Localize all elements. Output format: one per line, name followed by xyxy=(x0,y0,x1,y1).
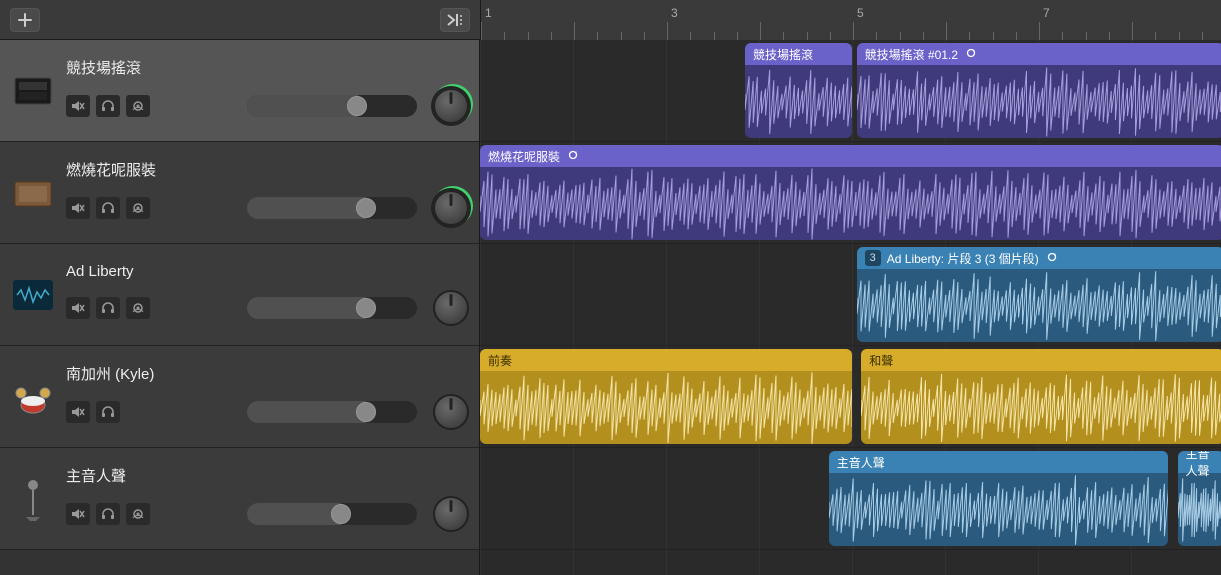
audio-region[interactable]: 競技場搖滾 #01.2 xyxy=(857,43,1221,138)
ruler-bar-number: 1 xyxy=(485,6,492,20)
audio-region[interactable]: 前奏 xyxy=(480,349,852,444)
region-waveform xyxy=(480,371,852,444)
volume-slider[interactable] xyxy=(247,401,417,423)
track-lane[interactable]: 燃燒花呢服裝 xyxy=(480,142,1221,244)
track-mute-button[interactable] xyxy=(66,95,90,117)
volume-slider[interactable] xyxy=(247,503,417,525)
track-header[interactable]: 南加州 (Kyle) xyxy=(0,346,479,448)
track-name-label: 南加州 (Kyle) xyxy=(66,363,469,384)
track-lane[interactable]: 主音人聲 主音人聲 xyxy=(480,448,1221,550)
track-list: 競技場搖滾燃燒花呢服裝 Ad Liberty 南加州 (Kyle) 主音人聲 xyxy=(0,40,480,575)
audio-region[interactable]: 競技場搖滾 xyxy=(745,43,852,138)
track-header[interactable]: 燃燒花呢服裝 xyxy=(0,142,479,244)
take-count-badge: 3 xyxy=(865,250,881,266)
track-name-label: Ad Liberty xyxy=(66,263,469,280)
track-lane[interactable]: 3 Ad Liberty: 片段 3 (3 個片段) xyxy=(480,244,1221,346)
region-waveform xyxy=(857,65,1221,138)
region-waveform xyxy=(745,65,852,138)
audio-region[interactable]: 和聲 xyxy=(861,349,1221,444)
track-input-button[interactable] xyxy=(126,503,150,525)
track-input-button[interactable] xyxy=(126,197,150,219)
timeline-area[interactable]: 競技場搖滾 競技場搖滾 #01.2 燃燒花呢服裝 3 Ad Liberty: 片段 3 … xyxy=(480,40,1221,575)
region-waveform xyxy=(480,167,1221,240)
track-mute-button[interactable] xyxy=(66,297,90,319)
track-instrument-icon xyxy=(10,374,56,420)
region-label: Ad Liberty: 片段 3 (3 個片段) xyxy=(887,250,1039,267)
region-waveform xyxy=(861,371,1221,444)
track-instrument-icon xyxy=(10,272,56,318)
loop-icon xyxy=(964,46,978,63)
track-name-label: 競技場搖滾 xyxy=(66,57,469,78)
track-header[interactable]: 主音人聲 xyxy=(0,448,479,550)
track-instrument-icon xyxy=(10,476,56,522)
audio-region[interactable]: 主音人聲 xyxy=(1178,451,1221,546)
track-mute-button[interactable] xyxy=(66,503,90,525)
track-headphones-button[interactable] xyxy=(96,95,120,117)
track-mute-button[interactable] xyxy=(66,401,90,423)
catch-playhead-button[interactable] xyxy=(440,8,470,32)
track-input-button[interactable] xyxy=(126,297,150,319)
volume-slider[interactable] xyxy=(247,95,417,117)
region-waveform xyxy=(1178,473,1221,546)
track-input-button[interactable] xyxy=(126,95,150,117)
pan-knob[interactable] xyxy=(433,394,469,430)
region-waveform xyxy=(829,473,1168,546)
track-headphones-button[interactable] xyxy=(96,401,120,423)
track-instrument-icon xyxy=(10,170,56,216)
add-track-button[interactable] xyxy=(10,8,40,32)
volume-slider[interactable] xyxy=(247,297,417,319)
timeline-ruler[interactable]: 13579 xyxy=(480,0,1221,39)
pan-knob[interactable] xyxy=(433,496,469,532)
pan-knob[interactable] xyxy=(433,290,469,326)
track-headphones-button[interactable] xyxy=(96,503,120,525)
audio-region[interactable]: 3 Ad Liberty: 片段 3 (3 個片段) xyxy=(857,247,1221,342)
track-lane[interactable]: 競技場搖滾 競技場搖滾 #01.2 xyxy=(480,40,1221,142)
track-header[interactable]: 競技場搖滾 xyxy=(0,40,479,142)
track-name-label: 主音人聲 xyxy=(66,465,469,486)
pan-knob[interactable] xyxy=(433,190,469,226)
track-name-label: 燃燒花呢服裝 xyxy=(66,159,469,180)
loop-icon xyxy=(566,148,580,165)
track-header[interactable]: Ad Liberty xyxy=(0,244,479,346)
track-header-toolbar xyxy=(0,0,480,39)
region-waveform xyxy=(857,269,1221,342)
region-label: 和聲 xyxy=(869,352,893,369)
track-lane[interactable]: 前奏 和聲 xyxy=(480,346,1221,448)
ruler-bar-number: 5 xyxy=(857,6,864,20)
region-label: 競技場搖滾 xyxy=(753,46,813,63)
header-bar: 13579 xyxy=(0,0,1221,40)
audio-region[interactable]: 主音人聲 xyxy=(829,451,1168,546)
pan-knob[interactable] xyxy=(433,88,469,124)
track-headphones-button[interactable] xyxy=(96,197,120,219)
region-label: 燃燒花呢服裝 xyxy=(488,148,560,165)
track-mute-button[interactable] xyxy=(66,197,90,219)
region-label: 競技場搖滾 #01.2 xyxy=(865,46,958,63)
track-instrument-icon xyxy=(10,68,56,114)
ruler-bar-number: 3 xyxy=(671,6,678,20)
track-headphones-button[interactable] xyxy=(96,297,120,319)
region-label: 主音人聲 xyxy=(837,454,885,471)
audio-region[interactable]: 燃燒花呢服裝 xyxy=(480,145,1221,240)
loop-icon xyxy=(1045,250,1059,267)
volume-slider[interactable] xyxy=(247,197,417,219)
ruler-bar-number: 7 xyxy=(1043,6,1050,20)
region-label: 前奏 xyxy=(488,352,512,369)
